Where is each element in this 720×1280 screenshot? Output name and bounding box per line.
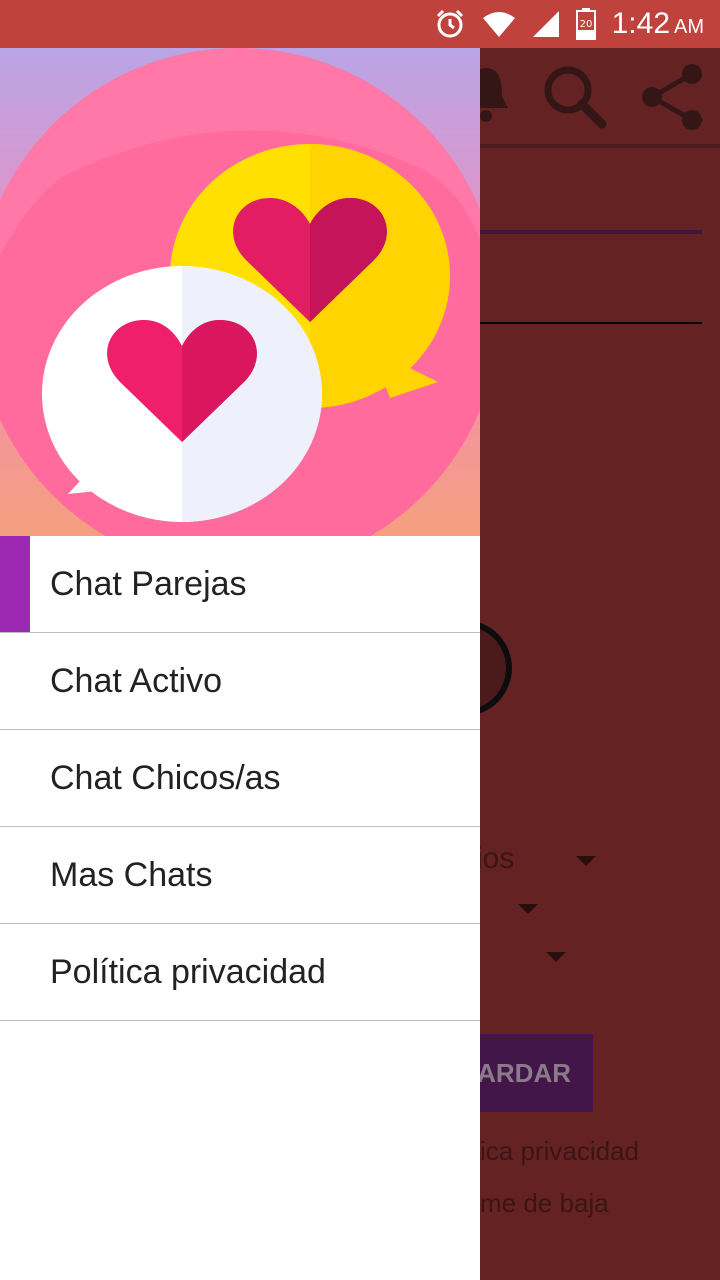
chevron-down-icon[interactable] — [518, 904, 538, 914]
wifi-icon — [482, 10, 516, 38]
clock-ampm: AM — [674, 16, 704, 38]
svg-text:20: 20 — [579, 19, 592, 30]
menu-item-politica-privacidad[interactable]: Política privacidad — [0, 924, 480, 1021]
drawer-header — [0, 48, 480, 536]
battery-icon: 20 — [575, 8, 596, 40]
navigation-drawer: Chat Parejas Chat Activo Chat Chicos/as … — [0, 48, 480, 1280]
alarm-icon — [434, 8, 466, 40]
chat-hearts-logo — [0, 48, 480, 536]
menu-item-chat-parejas[interactable]: Chat Parejas — [0, 536, 480, 633]
save-button-label: ARDAR — [477, 1057, 571, 1088]
clock-time: 1:42 — [611, 7, 670, 40]
input-underline — [480, 322, 702, 324]
menu-item-label: Chat Activo — [50, 661, 222, 700]
chevron-down-icon[interactable] — [576, 856, 596, 866]
menu-item-chat-chicos[interactable]: Chat Chicos/as — [0, 730, 480, 827]
drawer-menu: Chat Parejas Chat Activo Chat Chicos/as … — [0, 536, 480, 1021]
privacy-link-fragment[interactable]: ica privacidad — [480, 1136, 639, 1167]
menu-item-label: Chat Chicos/as — [50, 758, 281, 797]
clock: 1:42 AM — [612, 7, 704, 41]
unsubscribe-link-fragment[interactable]: me de baja — [480, 1188, 609, 1219]
menu-item-chat-activo[interactable]: Chat Activo — [0, 633, 480, 730]
search-icon[interactable] — [540, 62, 610, 136]
tab-indicator — [480, 230, 702, 234]
menu-item-label: Mas Chats — [50, 855, 213, 894]
share-icon[interactable] — [638, 62, 708, 136]
dropdown-fragment: ios — [476, 842, 515, 875]
menu-item-label: Chat Parejas — [50, 564, 247, 603]
chevron-down-icon[interactable] — [546, 952, 566, 962]
status-bar: 20 1:42 AM — [0, 0, 720, 48]
menu-item-label: Política privacidad — [50, 952, 326, 991]
signal-icon — [532, 10, 560, 38]
toolbar-divider — [480, 144, 720, 148]
menu-item-mas-chats[interactable]: Mas Chats — [0, 827, 480, 924]
